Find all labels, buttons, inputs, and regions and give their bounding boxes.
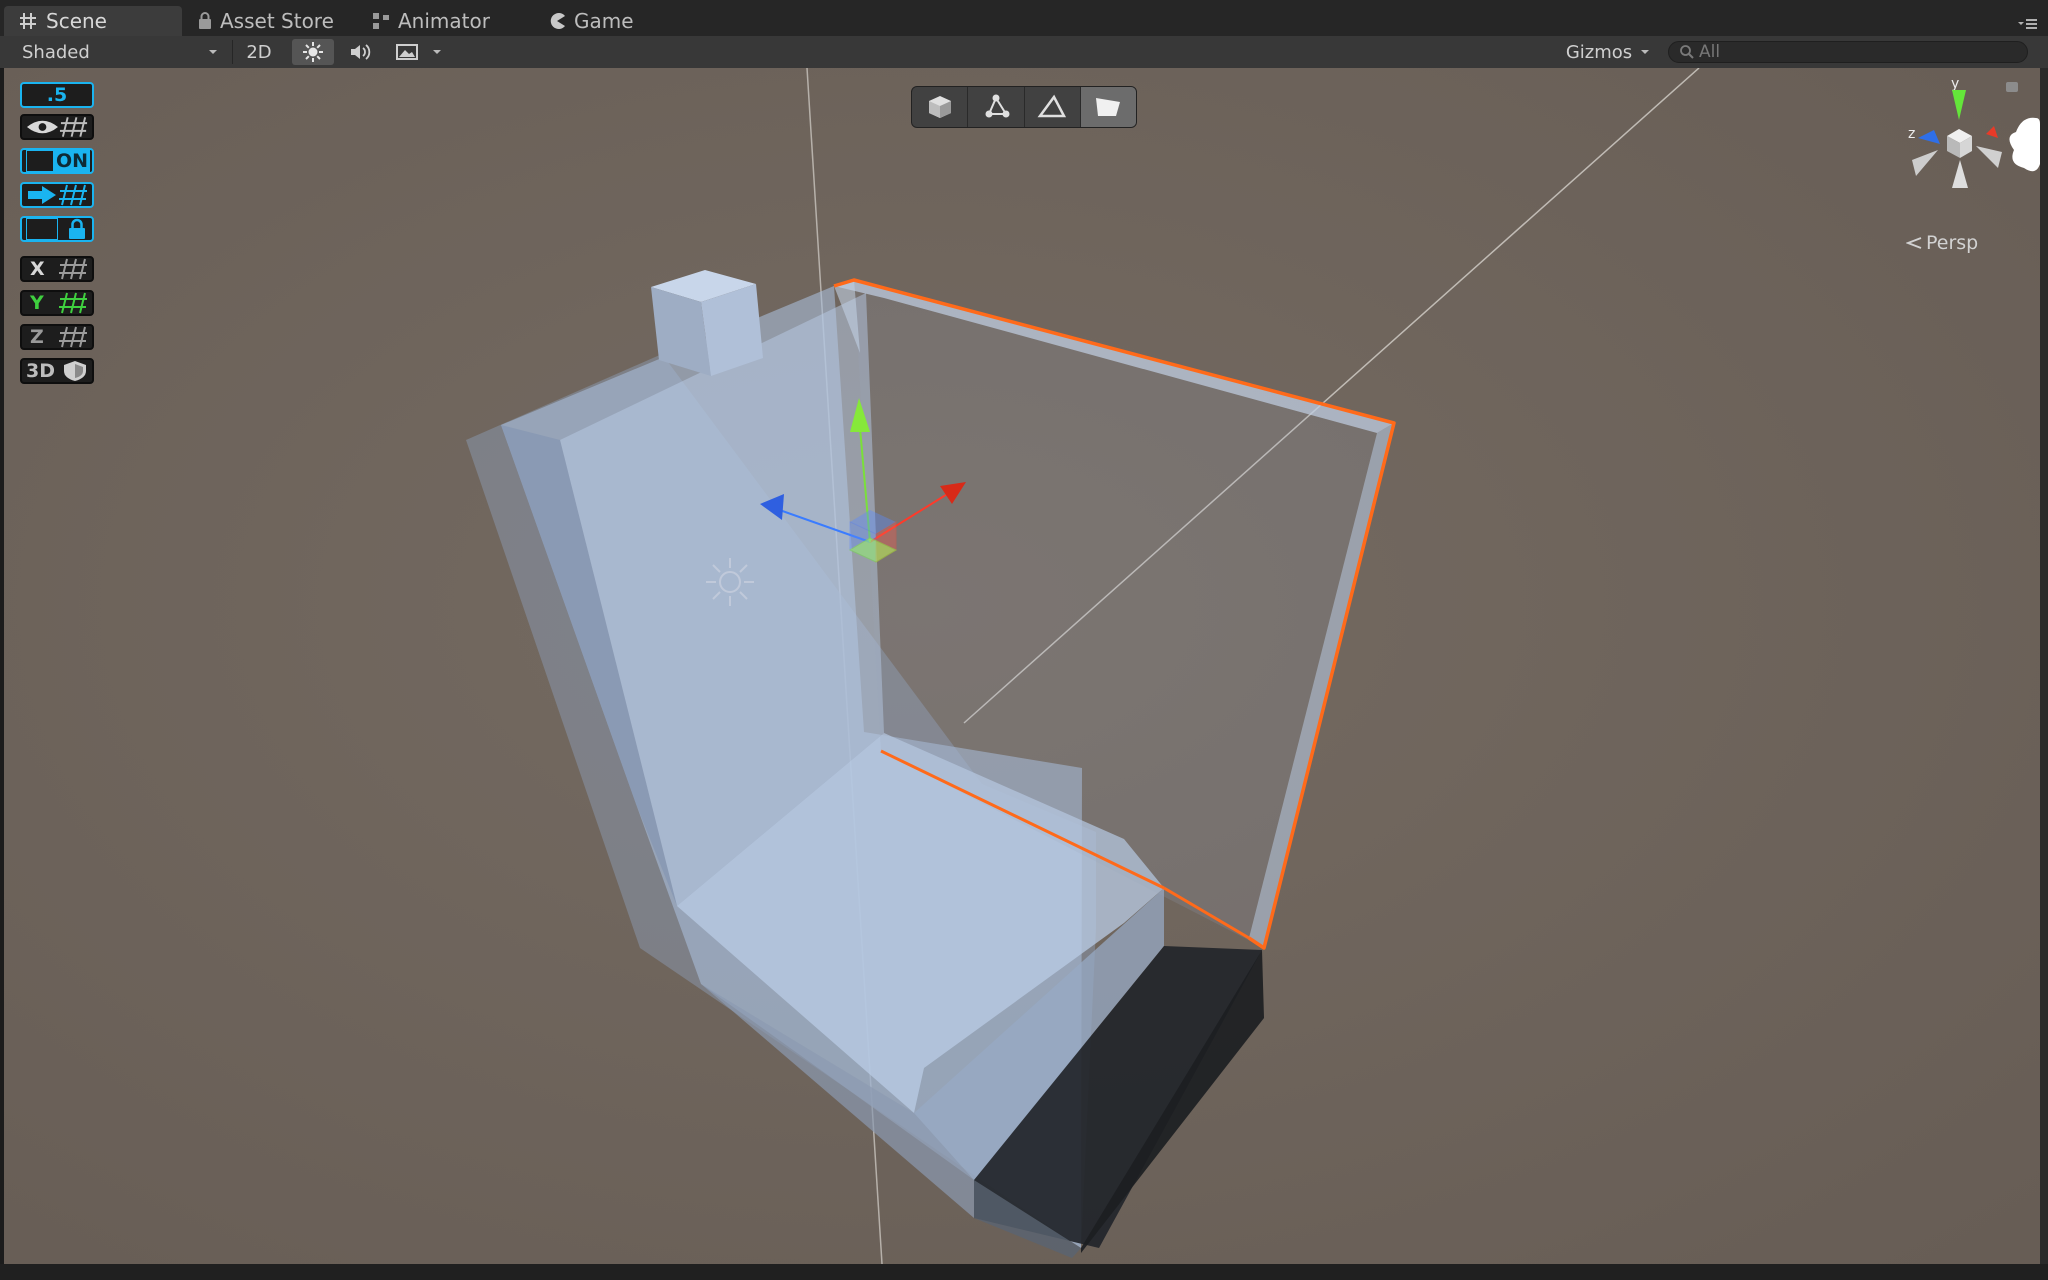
grid-icon — [59, 117, 88, 137]
grid-icon — [59, 326, 87, 348]
gizmos-dropdown[interactable]: Gizmos — [1560, 39, 1656, 65]
grid-icon — [59, 258, 87, 280]
snap-swatch — [26, 150, 54, 172]
tab-animator-label: Animator — [398, 9, 490, 33]
scene-lighting-toggle[interactable] — [292, 39, 334, 65]
axis-x-label: X — [30, 258, 45, 280]
gizmos-label: Gizmos — [1565, 41, 1633, 63]
draw-mode-dropdown[interactable]: Shaded — [14, 39, 226, 65]
image-icon — [396, 44, 418, 60]
grid-visibility-toggle[interactable] — [20, 114, 94, 140]
grid-axis-z-button[interactable]: Z — [20, 324, 94, 350]
effects-dropdown[interactable] — [426, 39, 448, 65]
speaker-icon — [351, 44, 371, 60]
gizmo-lock-icon[interactable] — [2006, 82, 2018, 92]
tab-scene-label: Scene — [46, 9, 107, 33]
lock-bag-icon — [199, 12, 211, 29]
gizmo-y-cone[interactable] — [1952, 90, 1966, 120]
tab-scene[interactable]: Scene — [4, 6, 182, 36]
object-mode-button[interactable] — [912, 87, 969, 127]
scene-search-input[interactable]: All — [1668, 41, 2028, 63]
hash-icon — [20, 13, 36, 29]
tab-asset-store-label: Asset Store — [220, 9, 334, 33]
chevron-down-icon — [433, 50, 441, 54]
scene-audio-toggle[interactable] — [340, 39, 382, 65]
shield-icon — [64, 361, 86, 381]
cloud-shape — [2009, 117, 2040, 172]
grid-axis-x-button[interactable]: X — [20, 256, 94, 282]
gizmo-z-label: z — [1908, 126, 1915, 142]
scene-toolbar: Shaded 2D Gizmos All — [0, 36, 2048, 69]
grid-icon — [59, 292, 87, 314]
axis-y-label: Y — [30, 292, 44, 314]
grid-3d-button[interactable]: 3D — [20, 358, 94, 384]
toggle-2d-button[interactable]: 2D — [238, 39, 280, 65]
search-placeholder: All — [1699, 42, 1721, 62]
viewport-right-border — [2040, 68, 2048, 1264]
viewport-bottom-border — [0, 1264, 2048, 1280]
gizmo-z-cone[interactable] — [1918, 130, 1940, 144]
grid-lock-toggle[interactable] — [20, 216, 94, 242]
grid-icon — [59, 184, 87, 206]
mode-3d-label: 3D — [26, 360, 55, 382]
pacman-icon — [550, 13, 565, 29]
snap-on-toggle[interactable]: ON — [20, 148, 94, 174]
axis-z-label: Z — [30, 326, 44, 348]
tab-game-label: Game — [574, 9, 634, 33]
projection-label: Persp — [1926, 232, 1979, 254]
draw-mode-label: Shaded — [22, 41, 90, 63]
tab-animator[interactable]: Animator — [372, 6, 490, 36]
scene-orientation-gizmo[interactable]: y z — [1890, 78, 2040, 248]
snap-on-label: ON — [53, 150, 90, 172]
mesh-tool-selector — [911, 86, 1137, 128]
animator-icon — [373, 13, 389, 29]
vertex-icon — [985, 94, 1010, 118]
vertex-mode-button[interactable] — [968, 87, 1025, 127]
editor-tab-bar: Scene Asset Store Animator Game — [0, 0, 2048, 36]
gizmo-y-label: y — [1951, 78, 1959, 92]
snap-to-grid-button[interactable] — [20, 182, 94, 208]
perspective-icon — [1906, 237, 1922, 249]
scene-render[interactable] — [4, 68, 2040, 1264]
chevron-down-icon — [1641, 50, 1650, 54]
projection-toggle[interactable]: Persp — [1906, 232, 1978, 254]
eye-icon — [26, 120, 58, 134]
scene-effects-toggle[interactable] — [390, 39, 424, 65]
edge-mode-button[interactable] — [1025, 87, 1081, 127]
panel-menu-icon[interactable] — [2016, 16, 2038, 30]
lock-icon — [69, 218, 85, 239]
tab-game[interactable]: Game — [548, 6, 634, 36]
edge-icon — [1037, 94, 1067, 118]
face-mode-button[interactable] — [1080, 87, 1136, 127]
scene-viewport[interactable]: .5 ON X Y Z 3D y z Persp — [4, 68, 2040, 1264]
face-icon — [1096, 98, 1121, 116]
grid-size-value: .5 — [46, 84, 68, 106]
search-icon — [1680, 45, 1694, 59]
lock-swatch — [26, 218, 58, 240]
small-cube[interactable] — [651, 270, 763, 376]
grid-axis-y-button[interactable]: Y — [20, 290, 94, 316]
sun-icon — [303, 42, 323, 62]
toggle-2d-label: 2D — [246, 41, 272, 63]
arrow-right-icon — [28, 186, 56, 204]
chevron-down-icon — [209, 50, 217, 54]
gizmo-x-cone[interactable] — [1986, 126, 1998, 138]
grid-size-button[interactable]: .5 — [20, 82, 94, 108]
cube-icon — [928, 96, 951, 118]
tab-asset-store[interactable]: Asset Store — [198, 6, 334, 36]
